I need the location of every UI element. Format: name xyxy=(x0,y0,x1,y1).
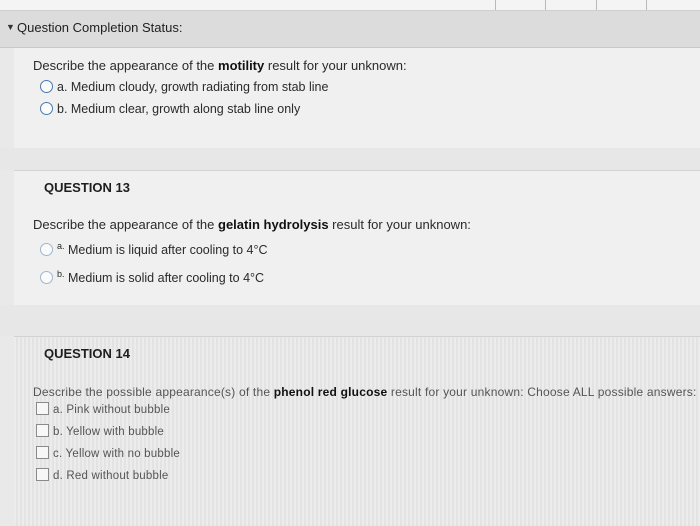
checkbox[interactable] xyxy=(36,424,49,437)
toolbar-divider xyxy=(646,0,647,10)
option-label: c. Yellow with no bubble xyxy=(53,448,180,460)
option-letter: b. xyxy=(57,269,65,279)
prompt-keyword: motility xyxy=(218,58,265,73)
prompt-text: Describe the appearance of the xyxy=(33,217,219,232)
prompt-keyword: phenol red glucose xyxy=(273,385,388,399)
prompt-text: result for your unknown: Choose ALL poss… xyxy=(387,385,697,399)
option-letter: a. xyxy=(57,241,65,251)
prompt-text: result for your unknown: xyxy=(328,217,471,232)
toolbar-divider xyxy=(495,0,496,10)
radio-button[interactable] xyxy=(40,243,53,257)
question-13: QUESTION 13 Describe the appearance of t… xyxy=(14,170,700,306)
option-label: a. Pink without bubble xyxy=(53,404,170,416)
answer-option-c[interactable]: c. Yellow with no bubble xyxy=(36,446,180,460)
answer-option-a[interactable]: a. Medium is liquid after cooling to 4°C xyxy=(40,241,268,257)
prompt-text: Describe the possible appearance(s) of t… xyxy=(33,385,274,399)
option-label: d. Red without bubble xyxy=(53,470,169,482)
radio-button[interactable] xyxy=(40,271,53,285)
option-label: b. Yellow with bubble xyxy=(53,426,164,438)
answer-option-b[interactable]: b. Medium clear, growth along stab line … xyxy=(40,102,300,116)
toolbar-divider xyxy=(545,0,546,10)
answer-option-a[interactable]: a. Pink without bubble xyxy=(36,402,170,416)
question-header: QUESTION 13 xyxy=(44,180,130,195)
toolbar-divider xyxy=(596,0,597,10)
prompt-keyword: gelatin hydrolysis xyxy=(218,217,329,232)
answer-option-b[interactable]: b. Yellow with bubble xyxy=(36,424,164,438)
answer-option-b[interactable]: b. Medium is solid after cooling to 4°C xyxy=(40,269,264,285)
option-label: Medium is solid after cooling to 4°C xyxy=(68,271,265,286)
checkbox[interactable] xyxy=(36,446,49,459)
option-label: Medium is liquid after cooling to 4°C xyxy=(68,243,268,258)
status-label: Question Completion Status: xyxy=(17,20,183,35)
answer-option-d[interactable]: d. Red without bubble xyxy=(36,468,168,482)
question-prompt: Describe the possible appearance(s) of t… xyxy=(33,385,697,399)
chevron-down-icon[interactable]: ▼ xyxy=(6,22,15,32)
prompt-text: result for your unknown: xyxy=(264,58,407,73)
answer-option-a[interactable]: a. Medium cloudy, growth radiating from … xyxy=(40,80,328,94)
question-divider xyxy=(0,305,700,336)
option-label: b. Medium clear, growth along stab line … xyxy=(57,102,301,116)
question-prompt: Describe the appearance of the gelatin h… xyxy=(33,217,471,232)
question-prompt: Describe the appearance of the motility … xyxy=(33,58,407,73)
top-toolbar xyxy=(0,0,700,11)
checkbox[interactable] xyxy=(36,402,49,415)
radio-button[interactable] xyxy=(40,80,53,93)
radio-button[interactable] xyxy=(40,102,53,115)
question-divider xyxy=(0,148,700,170)
prompt-text: Describe the appearance of the xyxy=(33,58,219,73)
question-completion-status[interactable]: ▼ Question Completion Status: xyxy=(0,11,700,48)
question-12: Describe the appearance of the motility … xyxy=(14,48,700,148)
option-label: a. Medium cloudy, growth radiating from … xyxy=(57,80,329,94)
question-header: QUESTION 14 xyxy=(44,346,130,361)
checkbox[interactable] xyxy=(36,468,49,481)
question-14: QUESTION 14 Describe the possible appear… xyxy=(14,336,700,526)
